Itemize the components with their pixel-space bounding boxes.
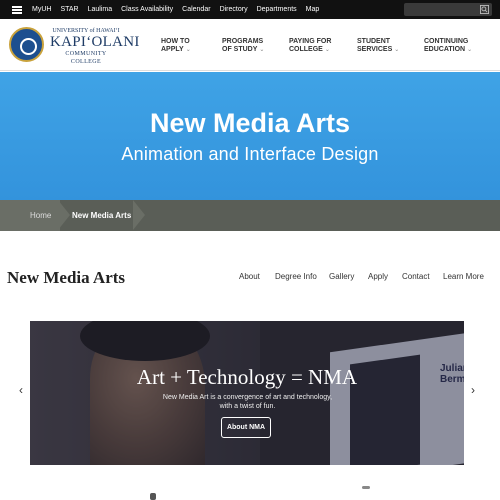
nav-label-line1: HOW TO [161, 38, 190, 45]
breadcrumb-separator [133, 200, 145, 230]
college-wordmark[interactable]: UNIVERSITY of HAWAIʻI KAPIʻOLANI COMMUNI… [50, 28, 140, 66]
nav-how-to-apply[interactable]: HOW TO APPLY ⌄ [161, 38, 191, 54]
chevron-down-icon: ⌄ [394, 47, 400, 53]
utility-link-laulima[interactable]: Laulima [88, 6, 113, 13]
chevron-down-icon: ⌄ [185, 47, 191, 53]
utility-link-map[interactable]: Map [306, 6, 320, 13]
chevron-down-icon: ⌄ [324, 47, 330, 53]
utility-bar: MyUH STAR Laulima Class Availability Cal… [0, 0, 500, 19]
nav-label-line1: STUDENT [357, 38, 391, 45]
nav-label-line2: COLLEGE [289, 46, 323, 53]
utility-link-calendar[interactable]: Calendar [182, 6, 210, 13]
subnav-about[interactable]: About [239, 272, 260, 281]
subnav-learn-more[interactable]: Learn More [443, 272, 484, 281]
nav-paying-for-college[interactable]: PAYING FOR COLLEGE ⌄ [289, 38, 331, 54]
breadcrumb-separator [58, 200, 70, 230]
utility-link-class-availability[interactable]: Class Availability [121, 6, 173, 13]
section-header: New Media Arts About Degree Info Gallery… [0, 231, 500, 321]
menu-icon[interactable] [12, 5, 22, 14]
utility-link-directory[interactable]: Directory [220, 6, 248, 13]
breadcrumb: Home New Media Arts [0, 200, 500, 231]
about-nma-button[interactable]: About NMA [221, 417, 271, 438]
nav-label-line1: PAYING FOR [289, 38, 332, 45]
nav-programs-of-study[interactable]: PROGRAMS OF STUDY ⌄ [222, 38, 264, 54]
slide-headline: Art + Technology = NMA [136, 365, 358, 389]
nav-continuing-education[interactable]: CONTINUING EDUCATION ⌄ [424, 38, 472, 54]
section-title: New Media Arts [7, 268, 126, 287]
hero-subtitle: Animation and Interface Design [121, 144, 379, 164]
logo-college-name: KAPIʻOLANI [50, 34, 140, 50]
nav-label-line2: APPLY [161, 46, 184, 53]
nav-label-line1: PROGRAMS [222, 38, 264, 45]
slider-prev-icon[interactable]: ‹ [14, 376, 28, 404]
below-fold-content [362, 486, 370, 489]
subnav-apply[interactable]: Apply [368, 272, 388, 281]
site-header: UNIVERSITY of HAWAIʻI KAPIʻOLANI COMMUNI… [0, 19, 500, 71]
slide-caption: New Media Art is a convergence of art an… [162, 394, 333, 410]
breadcrumb-current: New Media Arts [72, 211, 132, 220]
chevron-down-icon: ⌄ [259, 47, 265, 53]
subnav-degree-info[interactable]: Degree Info [275, 272, 317, 281]
nav-student-services[interactable]: STUDENT SERVICES ⌄ [357, 38, 399, 54]
hero-banner: New Media Arts Animation and Interface D… [0, 72, 500, 200]
search-input[interactable] [404, 3, 492, 16]
utility-link-star[interactable]: STAR [60, 6, 78, 13]
nav-label-line1: CONTINUING [424, 38, 469, 45]
image-slider: Julian Berman Art + Technology = NMA New… [30, 321, 464, 465]
slider-next-icon[interactable]: › [466, 376, 480, 404]
nav-label-line2: OF STUDY [222, 46, 258, 53]
hero-title: New Media Arts [149, 108, 351, 138]
subnav-contact[interactable]: Contact [402, 272, 430, 281]
below-fold-content [150, 493, 156, 500]
college-seal-logo[interactable] [9, 27, 44, 62]
utility-link-myuh[interactable]: MyUH [32, 6, 51, 13]
chevron-down-icon: ⌄ [467, 47, 473, 53]
logo-community-college: COMMUNITY COLLEGE [65, 51, 107, 65]
subnav-gallery[interactable]: Gallery [329, 272, 354, 281]
utility-links: MyUH STAR Laulima Class Availability Cal… [32, 6, 319, 13]
breadcrumb-home[interactable]: Home [0, 200, 60, 231]
nav-label-line2: SERVICES [357, 46, 393, 53]
nav-label-line2: EDUCATION [424, 46, 466, 53]
search-icon[interactable] [480, 5, 489, 14]
utility-link-departments[interactable]: Departments [257, 6, 297, 13]
